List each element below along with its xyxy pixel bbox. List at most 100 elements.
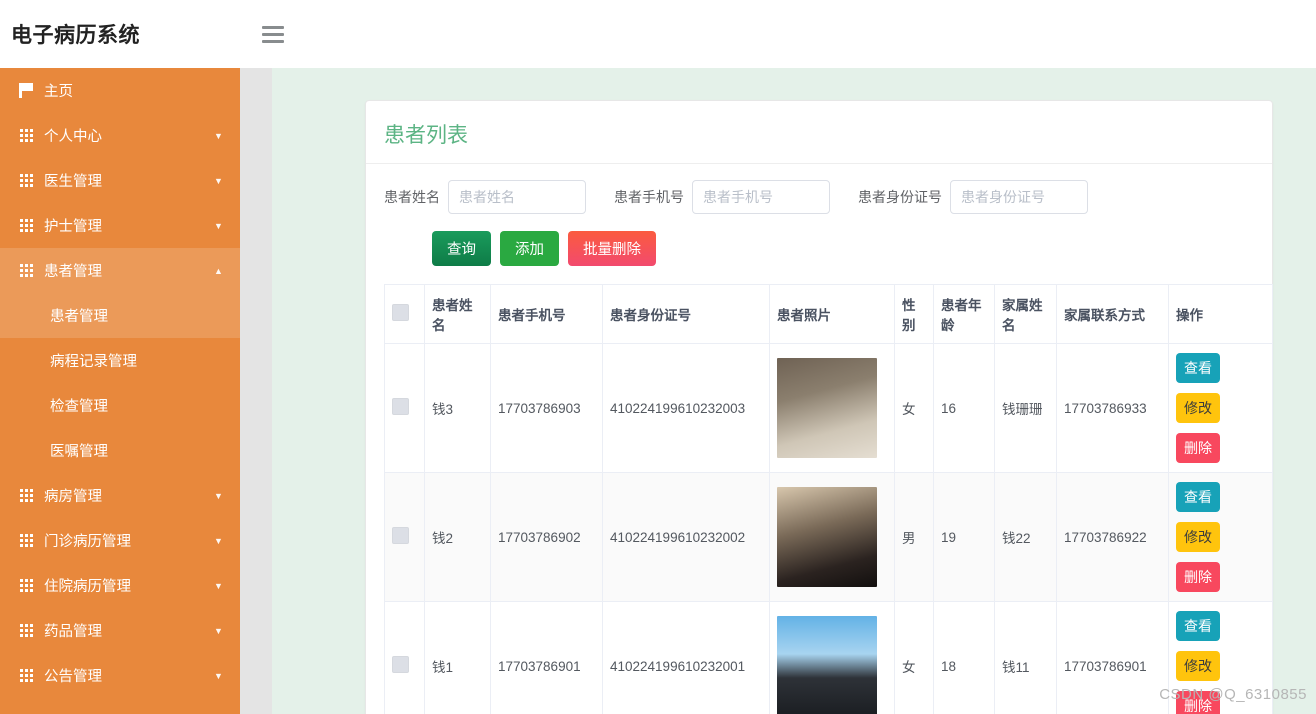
cell-family-name: 钱22 [994, 472, 1057, 602]
button-query[interactable]: 查询 [432, 231, 491, 266]
cell-actions: 查看 修改 删除 [1168, 472, 1273, 602]
sidebar-item-0[interactable]: 主页 [0, 68, 240, 113]
table-header-cell-8: 家属联系方式 [1056, 284, 1169, 344]
row-checkbox[interactable] [392, 656, 409, 673]
cell-gender: 女 [894, 601, 934, 714]
app-brand-title: 电子病历系统 [11, 24, 140, 47]
table-header-checkbox-cell [384, 284, 425, 344]
search-field-group-2: 患者身份证号 [858, 180, 1088, 214]
sidebar-item-label: 门诊病历管理 [44, 534, 131, 550]
row-button-view[interactable]: 查看 [1176, 482, 1220, 512]
row-button-del[interactable]: 删除 [1176, 562, 1220, 592]
table-row: 钱1 17703786901 410224199610232001 女 18 钱11 177… [384, 601, 1273, 714]
sidebar-item-label: 公告管理 [44, 669, 102, 685]
row-button-del[interactable]: 删除 [1176, 433, 1220, 463]
cell-age: 16 [933, 343, 995, 473]
row-action-stack: 查看 修改 删除 [1176, 353, 1265, 463]
cell-patient-name: 钱3 [424, 343, 491, 473]
chevron-down-icon[interactable]: ▼ [214, 176, 240, 186]
select-all-checkbox[interactable] [392, 304, 409, 321]
card-body: 患者姓名患者手机号患者身份证号 查询添加批量删除 患者姓名患者手机号患者身份证号… [366, 164, 1273, 714]
row-select-cell [384, 601, 425, 714]
button-add[interactable]: 添加 [500, 231, 559, 266]
cell-patient-phone: 17703786902 [490, 472, 603, 602]
row-action-stack: 查看 修改 删除 [1176, 611, 1265, 714]
sidebar-item-label: 护士管理 [44, 219, 102, 235]
table-header-cell-3: 患者身份证号 [602, 284, 770, 344]
cell-family-phone: 17703786922 [1056, 472, 1169, 602]
sidebar-nav: 主页个人中心 ▼ 医生管理 ▼ 护士管理 ▼ 患者管理 ▲ 患者管理 病程记录管理 检查管理医嘱管理… [0, 68, 240, 714]
table-header-cell-7: 家属姓名 [994, 284, 1057, 344]
patient-list-card: 患者列表 患者姓名患者手机号患者身份证号 查询添加批量删除 患者姓名患者手机号患… [365, 100, 1273, 714]
sidebar-subitem-label: 医嘱管理 [50, 444, 108, 460]
row-button-view[interactable]: 查看 [1176, 353, 1220, 383]
row-checkbox[interactable] [392, 527, 409, 544]
sidebar-subitem-0[interactable]: 患者管理 [0, 293, 240, 338]
chevron-down-icon[interactable]: ▼ [214, 131, 240, 141]
cell-patient-id-card: 410224199610232003 [602, 343, 770, 473]
grid-icon [0, 669, 44, 682]
cell-patient-id-card: 410224199610232002 [602, 472, 770, 602]
cell-family-phone: 17703786901 [1056, 601, 1169, 714]
sidebar-item-4[interactable]: 公告管理 ▼ [0, 653, 240, 698]
row-action-stack: 查看 修改 删除 [1176, 482, 1265, 592]
chevron-up-icon[interactable]: ▲ [214, 266, 240, 276]
table-row: 钱2 17703786902 410224199610232002 男 19 钱22 177… [384, 472, 1273, 602]
search-input-1[interactable] [692, 180, 830, 214]
row-checkbox[interactable] [392, 398, 409, 415]
cell-family-name: 钱珊珊 [994, 343, 1057, 473]
sidebar-item-2[interactable]: 住院病历管理 ▼ [0, 563, 240, 608]
row-select-cell [384, 343, 425, 473]
cell-actions: 查看 修改 删除 [1168, 343, 1273, 473]
grid-icon [0, 174, 44, 187]
row-button-view[interactable]: 查看 [1176, 611, 1220, 641]
chevron-down-icon[interactable]: ▼ [214, 581, 240, 591]
sidebar-item-label: 医生管理 [44, 174, 102, 190]
cell-family-phone: 17703786933 [1056, 343, 1169, 473]
sidebar-item-1[interactable]: 个人中心 ▼ [0, 113, 240, 158]
button-batch[interactable]: 批量删除 [568, 231, 656, 266]
grid-icon [0, 219, 44, 232]
sidebar-item-4[interactable]: 患者管理 ▲ [0, 248, 240, 293]
table-header-cell-6: 患者年龄 [933, 284, 995, 344]
table-header-row: 患者姓名 患者手机号 患者身份证号 患者照片 性别 患者年龄 家属姓名 家属联系方式 操作 [384, 284, 1273, 344]
cell-patient-phone: 17703786901 [490, 601, 603, 714]
flag-icon [0, 83, 44, 98]
grid-icon [0, 579, 44, 592]
cell-patient-photo [769, 601, 895, 714]
row-button-edit[interactable]: 修改 [1176, 522, 1220, 552]
app-root: 电子病历系统 主页个人中心 ▼ 医生管理 ▼ 护士管理 ▼ 患者管理 ▲ 患者管理 病程记录管理检… [0, 0, 1316, 714]
chevron-down-icon[interactable]: ▼ [214, 671, 240, 681]
hamburger-icon[interactable] [262, 25, 284, 43]
cell-family-name: 钱11 [994, 601, 1057, 714]
sidebar-item-2[interactable]: 医生管理 ▼ [0, 158, 240, 203]
cell-age: 18 [933, 601, 995, 714]
cell-gender: 男 [894, 472, 934, 602]
sidebar-subitem-3[interactable]: 医嘱管理 [0, 428, 240, 473]
search-input-0[interactable] [448, 180, 586, 214]
table-row: 钱3 17703786903 410224199610232003 女 16 钱珊珊 177… [384, 343, 1273, 473]
search-field-label-2: 患者身份证号 [858, 189, 942, 205]
sidebar-item-3[interactable]: 药品管理 ▼ [0, 608, 240, 653]
row-button-del[interactable]: 删除 [1176, 691, 1220, 714]
chevron-down-icon[interactable]: ▼ [214, 491, 240, 501]
search-input-2[interactable] [950, 180, 1088, 214]
chevron-down-icon[interactable]: ▼ [214, 536, 240, 546]
row-select-cell [384, 472, 425, 602]
patient-photo [777, 487, 877, 587]
row-button-edit[interactable]: 修改 [1176, 651, 1220, 681]
sidebar-item-3[interactable]: 护士管理 ▼ [0, 203, 240, 248]
cell-patient-photo [769, 472, 895, 602]
sidebar-item-1[interactable]: 门诊病历管理 ▼ [0, 518, 240, 563]
sidebar-item-0[interactable]: 病房管理 ▼ [0, 473, 240, 518]
patient-photo [777, 616, 877, 714]
main-content: 患者列表 患者姓名患者手机号患者身份证号 查询添加批量删除 患者姓名患者手机号患… [272, 68, 1316, 714]
sidebar-item-label: 主页 [44, 84, 73, 100]
sidebar-subitem-2[interactable]: 检查管理 [0, 383, 240, 428]
grid-icon [0, 624, 44, 637]
row-button-edit[interactable]: 修改 [1176, 393, 1220, 423]
chevron-down-icon[interactable]: ▼ [214, 626, 240, 636]
cell-patient-photo [769, 343, 895, 473]
sidebar-subitem-1[interactable]: 病程记录管理 [0, 338, 240, 383]
chevron-down-icon[interactable]: ▼ [214, 221, 240, 231]
